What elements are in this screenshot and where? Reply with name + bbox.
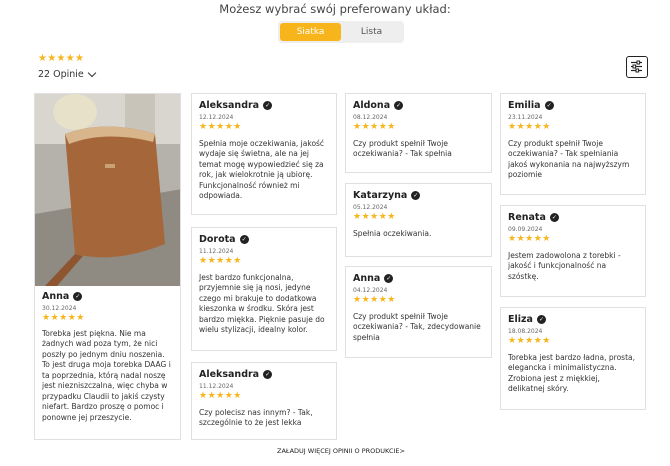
verified-check-icon: ✓ [394,101,404,110]
review-stars: ★★★★★ [508,122,551,132]
list-layout-button[interactable]: Lista [341,23,402,41]
review-date: 12.12.2024 [199,114,234,121]
review-date: 30.12.2024 [42,305,77,312]
layout-toggle: Siatka Lista [278,21,404,43]
review-text: Jest bardzo funkcjonalna, przyjemnie się… [199,272,325,335]
review-date: 04.12.2024 [353,287,388,294]
grid-layout-button[interactable]: Siatka [280,23,341,41]
review-text: Czy polecisz nas innym? - Tak, szczególn… [199,407,313,428]
review-stars: ★★★★★ [42,313,85,323]
review-text: Spełnia oczekiwania. [353,228,432,238]
review-stars: ★★★★★ [353,212,396,222]
load-more-reviews-link[interactable]: ZAŁADUJ WIĘCEJ OPINII O PRODUKCIE> [0,447,670,455]
review-count-label: 22 Opinie [38,69,84,80]
review-text: Czy produkt spełnił Twoje oczekiwania? -… [508,138,630,180]
reviewer-name: Anna [353,273,381,284]
review-card: Dorota ✓ 11.12.2024 ★★★★★ Jest bardzo fu… [191,227,337,351]
review-stars: ★★★★★ [508,336,551,346]
review-photo[interactable] [35,94,180,286]
verified-check-icon: ✓ [239,235,249,244]
reviewer-name: Aldona [353,100,391,111]
chevron-down-icon [87,68,97,78]
handbag-photo-image [35,94,180,286]
review-text: Czy produkt spełnił Twoje oczekiwania? -… [353,138,452,159]
review-stars: ★★★★★ [353,122,396,132]
review-date: 09.09.2024 [508,226,543,233]
review-card: Eliza ✓ 18.08.2024 ★★★★★ Torebka jest ba… [500,307,646,410]
reviewer-name: Anna [42,291,70,302]
review-card: Aleksandra ✓ 12.12.2024 ★★★★★ Spełnia mo… [191,93,337,215]
reviewer-name: Aleksandra [199,100,260,111]
review-text: Spełnia moje oczekiwania, jakość wydaje … [199,138,325,201]
review-date: 08.12.2024 [353,114,388,121]
review-card: Anna ✓ 04.12.2024 ★★★★★ Czy produkt speł… [345,266,492,358]
verified-check-icon: ✓ [263,101,273,110]
review-count-dropdown[interactable]: 22 Opinie [38,68,97,80]
review-card: Anna ✓ 30.12.2024 ★★★★★ Torebka jest pię… [34,93,181,440]
verified-check-icon: ✓ [544,101,554,110]
filter-button[interactable] [626,56,648,78]
verified-check-icon: ✓ [384,274,394,283]
review-card: Emilia ✓ 23.11.2024 ★★★★★ Czy produkt sp… [500,93,646,195]
review-text: Torebka jest bardzo ładna, prosta, elega… [508,352,635,394]
review-text: Czy produkt spełnił Twoje oczekiwania? -… [353,311,481,342]
layout-prompt: Możesz wybrać swój preferowany układ: [219,2,451,16]
reviewer-name: Emilia [508,100,541,111]
summary-rating-stars: ★★★★★ [38,53,85,64]
review-text: Jestem zadowolona z torebki - jakość i f… [508,250,621,281]
review-date: 11.12.2024 [199,248,234,255]
verified-check-icon: ✓ [263,370,273,379]
review-stars: ★★★★★ [353,295,396,305]
filter-sliders-icon [631,60,642,73]
review-card: Aldona ✓ 08.12.2024 ★★★★★ Czy produkt sp… [345,93,492,173]
verified-check-icon: ✓ [536,315,546,324]
review-stars: ★★★★★ [508,234,551,244]
reviewer-name: Dorota [199,234,236,245]
reviewer-name: Eliza [508,314,533,325]
review-stars: ★★★★★ [199,256,242,266]
review-date: 23.11.2024 [508,114,543,121]
review-card: Katarzyna ✓ 05.12.2024 ★★★★★ Spełnia ocz… [345,183,492,257]
verified-check-icon: ✓ [73,292,83,301]
reviewer-name: Aleksandra [199,369,260,380]
reviewer-name: Katarzyna [353,190,408,201]
review-stars: ★★★★★ [199,391,242,401]
review-date: 11.12.2024 [199,383,234,390]
review-date: 05.12.2024 [353,204,388,211]
review-date: 18.08.2024 [508,328,543,335]
verified-check-icon: ✓ [411,191,421,200]
review-card: Aleksandra ✓ 11.12.2024 ★★★★★ Czy poleci… [191,362,337,440]
reviewer-name: Renata [508,212,546,223]
review-text: Torebka jest piękna. Nie ma żadnych wad … [42,328,171,422]
review-stars: ★★★★★ [199,122,242,132]
review-card: Renata ✓ 09.09.2024 ★★★★★ Jestem zadowol… [500,205,646,297]
verified-check-icon: ✓ [549,213,559,222]
